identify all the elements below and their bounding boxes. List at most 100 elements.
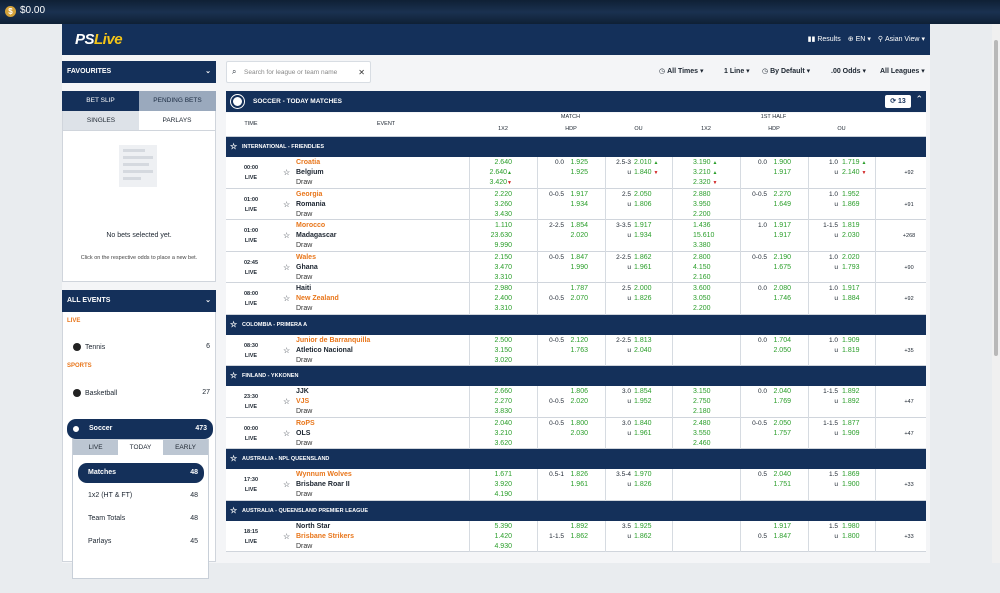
odds-cell[interactable]: 1.869: [842, 470, 874, 480]
sport-item-basketball[interactable]: Basketball 27: [73, 389, 210, 397]
star-icon[interactable]: ☆: [283, 429, 290, 439]
event-teams[interactable]: Croatia Belgium Draw: [296, 158, 324, 188]
odds-cell[interactable]: 3.470: [469, 263, 512, 273]
odds-cell[interactable]: 2.200: [693, 304, 736, 314]
event-teams[interactable]: Georgia Romania Draw: [296, 190, 326, 220]
star-icon[interactable]: ☆: [283, 231, 290, 241]
odds-cell[interactable]: 1.769: [769, 397, 791, 407]
odds-cell[interactable]: 1.854: [566, 221, 588, 231]
odds-cell[interactable]: 2.040: [469, 419, 512, 429]
odds-cell[interactable]: 2.010 ▲: [634, 158, 668, 168]
odds-cell[interactable]: 3.420▼: [469, 178, 512, 188]
odds-cell[interactable]: 3.550: [693, 429, 736, 439]
market-item[interactable]: Matches 48: [78, 463, 204, 483]
odds-cell[interactable]: 2.020: [566, 397, 588, 407]
odds-cell[interactable]: 23.630: [469, 231, 512, 241]
refresh-button[interactable]: ⟳ 13: [885, 95, 911, 108]
odds-cell[interactable]: 1.909: [842, 336, 874, 346]
all-events-header[interactable]: ALL EVENTS ⌄: [62, 290, 216, 312]
odds-cell[interactable]: 1.862: [634, 253, 668, 263]
odds-cell[interactable]: 1.917: [769, 522, 791, 532]
odds-cell[interactable]: 1.847: [769, 532, 791, 542]
odds-cell[interactable]: 2.200: [693, 210, 736, 220]
odds-cell[interactable]: 4.930: [469, 542, 512, 552]
odds-cell[interactable]: 1.826: [634, 480, 668, 490]
odds-cell[interactable]: 1.751: [769, 480, 791, 490]
event-teams[interactable]: JJK VJS Draw: [296, 387, 312, 417]
odds-cell[interactable]: 1.819: [842, 346, 874, 356]
event-teams[interactable]: North Star Brisbane Strikers Draw: [296, 522, 354, 552]
odds-cell[interactable]: 3.210: [469, 429, 512, 439]
odds-cell[interactable]: 2.460: [693, 439, 736, 449]
odds-cell[interactable]: 1.840 ▼: [634, 168, 668, 178]
odds-cell[interactable]: 1.990: [566, 263, 588, 273]
odds-cell[interactable]: 2.320 ▼: [693, 178, 736, 188]
odds-cell[interactable]: 3.620: [469, 439, 512, 449]
odds-cell[interactable]: 1.675: [769, 263, 791, 273]
odds-cell[interactable]: 2.640: [469, 158, 512, 168]
odds-cell[interactable]: 1.854: [634, 387, 668, 397]
odds-cell[interactable]: 1.952: [634, 397, 668, 407]
odds-cell[interactable]: 1.877: [842, 419, 874, 429]
odds-cell[interactable]: 1.813: [634, 336, 668, 346]
star-icon[interactable]: ☆: [283, 532, 290, 542]
odds-cell[interactable]: 1.917: [566, 190, 588, 200]
odds-cell[interactable]: 15.610: [693, 231, 736, 241]
odds-cell[interactable]: 9.990: [469, 241, 512, 251]
odds-cell[interactable]: 1.952: [842, 190, 874, 200]
odds-cell[interactable]: 4.190: [469, 490, 512, 500]
odds-cell[interactable]: 2.020: [842, 253, 874, 263]
sport-item-soccer[interactable]: Soccer 473: [67, 419, 213, 439]
odds-cell[interactable]: 1.862: [634, 532, 668, 542]
odds-cell[interactable]: 1.961: [634, 429, 668, 439]
odds-cell[interactable]: 1.892: [566, 522, 588, 532]
odds-cell[interactable]: 3.210 ▲: [693, 168, 736, 178]
odds-cell[interactable]: 2.190: [769, 253, 791, 263]
balance[interactable]: $0.00: [20, 5, 45, 16]
more-markets-link[interactable]: +33: [894, 480, 924, 490]
league-header[interactable]: ☆ AUSTRALIA - QUEENSLAND PREMIER LEAGUE: [226, 500, 926, 521]
odds-cell[interactable]: 2.020: [566, 231, 588, 241]
odds-cell[interactable]: 2.140 ▼: [842, 168, 874, 178]
more-markets-link[interactable]: +47: [894, 429, 924, 439]
tab-early[interactable]: EARLY: [163, 440, 208, 455]
league-header[interactable]: ☆ COLOMBIA - PRIMERA A: [226, 314, 926, 335]
odds-cell[interactable]: 2.660: [469, 387, 512, 397]
star-icon[interactable]: ☆: [283, 346, 290, 356]
odds-cell[interactable]: 3.830: [469, 407, 512, 417]
odds-cell[interactable]: 4.150: [693, 263, 736, 273]
star-icon[interactable]: ☆: [283, 263, 290, 273]
odds-cell[interactable]: 3.150: [469, 346, 512, 356]
star-icon[interactable]: ☆: [283, 200, 290, 210]
star-icon[interactable]: ☆: [283, 168, 290, 178]
star-icon[interactable]: ☆: [230, 454, 237, 463]
star-icon[interactable]: ☆: [230, 142, 237, 151]
odds-cell[interactable]: 1.819: [842, 221, 874, 231]
odds-cell[interactable]: 1.892: [842, 387, 874, 397]
odds-cell[interactable]: 5.390: [469, 522, 512, 532]
odds-cell[interactable]: 1.420: [469, 532, 512, 542]
lines-filter[interactable]: 1 Line ▾: [724, 61, 750, 83]
tab-singles[interactable]: SINGLES: [63, 111, 139, 130]
star-icon[interactable]: ☆: [283, 397, 290, 407]
odds-cell[interactable]: 1.925: [634, 522, 668, 532]
odds-cell[interactable]: 3.260: [469, 200, 512, 210]
tab-today[interactable]: TODAY: [118, 440, 163, 455]
star-icon[interactable]: ☆: [230, 320, 237, 329]
leagues-filter[interactable]: All Leagues ▾: [880, 61, 925, 83]
odds-cell[interactable]: 1.970: [634, 470, 668, 480]
odds-cell[interactable]: 2.030: [842, 231, 874, 241]
odds-cell[interactable]: 2.270: [769, 190, 791, 200]
scrollbar-thumb[interactable]: [994, 40, 998, 356]
star-icon[interactable]: ☆: [230, 371, 237, 380]
event-teams[interactable]: Morocco Madagascar Draw: [296, 221, 336, 251]
tab-parlays[interactable]: PARLAYS: [139, 111, 215, 130]
odds-cell[interactable]: 1.980: [842, 522, 874, 532]
odds-cell[interactable]: 1.862: [566, 532, 588, 542]
odds-cell[interactable]: 2.050: [634, 190, 668, 200]
odds-format-filter[interactable]: .00 Odds ▾: [831, 61, 866, 83]
league-header[interactable]: ☆ INTERNATIONAL - FRIENDLIES: [226, 137, 926, 157]
odds-cell[interactable]: 2.030: [566, 429, 588, 439]
star-icon[interactable]: ☆: [230, 506, 237, 515]
odds-cell[interactable]: 2.180: [693, 407, 736, 417]
